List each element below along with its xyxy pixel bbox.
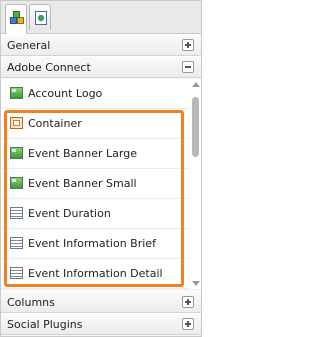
item-label: Event Duration <box>28 207 111 220</box>
section-label: Social Plugins <box>7 318 83 331</box>
text-icon <box>10 267 23 279</box>
list-item[interactable]: Event Banner Large <box>1 139 191 169</box>
scroll-thumb[interactable] <box>192 97 199 157</box>
section-columns[interactable]: Columns <box>1 291 201 313</box>
list-item[interactable]: Event Information Detail <box>1 259 191 289</box>
list-item[interactable]: Account Logo <box>1 79 191 109</box>
components-panel: General Adobe Connect Account Logo Conta… <box>0 0 202 337</box>
expand-icon[interactable] <box>182 39 194 51</box>
item-label: Container <box>28 117 82 130</box>
vertical-scrollbar[interactable] <box>190 79 201 289</box>
container-icon <box>10 117 23 129</box>
collapse-icon[interactable] <box>182 61 194 73</box>
image-icon <box>10 177 23 189</box>
section-social-plugins[interactable]: Social Plugins <box>1 313 201 335</box>
tab-components[interactable] <box>5 4 27 34</box>
section-adobe-connect[interactable]: Adobe Connect <box>1 56 201 78</box>
scroll-down-icon[interactable] <box>192 281 200 286</box>
list-item[interactable]: Event Banner Small <box>1 169 191 199</box>
components-icon <box>10 11 24 24</box>
scroll-up-icon[interactable] <box>192 82 200 87</box>
tab-page-properties[interactable] <box>29 4 51 30</box>
list-item[interactable]: Container <box>1 109 191 139</box>
text-icon <box>10 207 23 219</box>
item-label: Event Banner Large <box>28 147 137 160</box>
section-label: Columns <box>7 296 55 309</box>
section-label: General <box>7 39 51 52</box>
item-label: Event Banner Small <box>28 177 137 190</box>
image-icon <box>10 147 23 159</box>
image-icon <box>10 87 23 99</box>
expand-icon[interactable] <box>182 318 194 330</box>
list-item[interactable]: Event Information Brief <box>1 229 191 259</box>
text-icon <box>10 237 23 249</box>
expand-icon[interactable] <box>182 296 194 308</box>
item-label: Account Logo <box>28 87 103 100</box>
page-properties-icon <box>35 11 47 25</box>
list-item[interactable]: Event Duration <box>1 199 191 229</box>
tab-strip <box>1 1 201 34</box>
component-list: Account Logo Container Event Banner Larg… <box>1 79 201 289</box>
section-general[interactable]: General <box>1 34 201 56</box>
item-label: Event Information Detail <box>28 267 163 280</box>
item-label: Event Information Brief <box>28 237 156 250</box>
section-label: Adobe Connect <box>7 61 91 74</box>
